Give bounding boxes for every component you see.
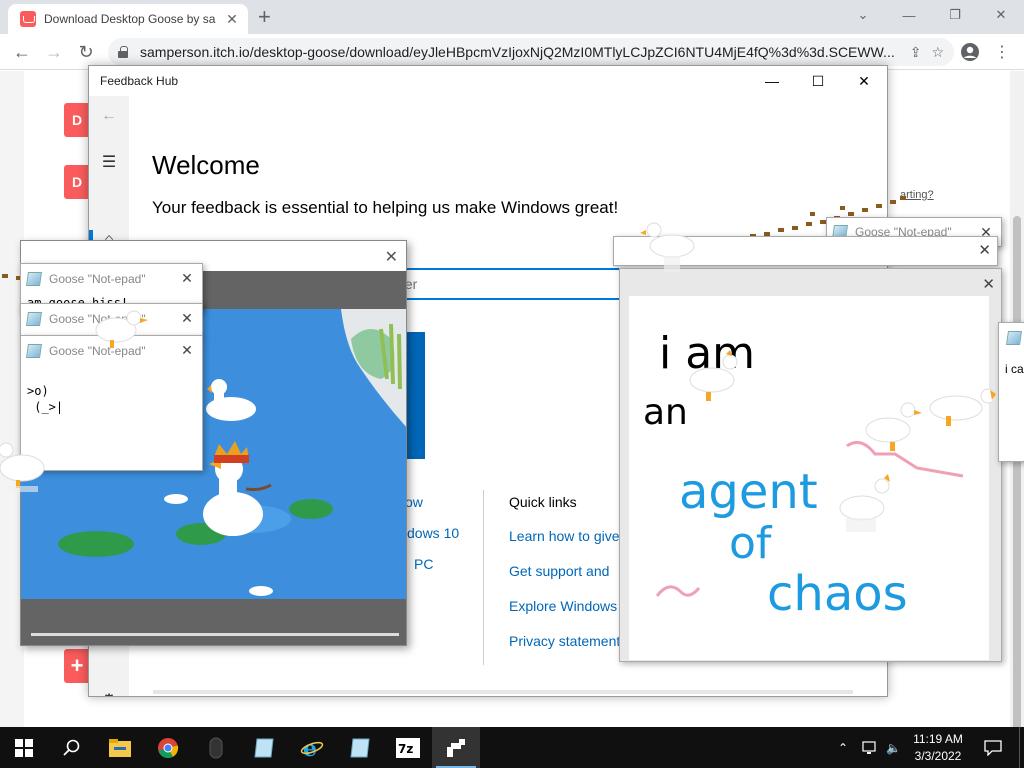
download-button[interactable]: D [64,103,90,137]
7zip-icon[interactable]: 7z [384,727,432,768]
window-title: Feedback Hub [100,74,179,88]
network-icon[interactable] [862,727,880,768]
maximize-button[interactable]: ☐ [795,66,841,96]
svg-text:e: e [303,737,317,759]
notepad-title: Goose "Not-epad" [49,271,146,286]
hamburger-menu-icon[interactable]: ☰ [89,142,129,182]
left-link-1[interactable]: ow [405,494,423,510]
minimize-button[interactable]: — [749,66,795,96]
mouse-app-icon[interactable] [192,727,240,768]
feedback-hub-titlebar: Feedback Hub — ☐ ✕ [89,66,887,96]
notepad-titlebar[interactable]: Goose "Not-epad" ✕ [21,264,202,293]
close-button[interactable]: ✕ [978,0,1024,30]
back-arrow-icon[interactable]: ← [10,40,34,64]
chrome-menu-icon[interactable]: ⋮ [990,40,1014,64]
itch-favicon-icon [20,11,36,27]
drawing-line-4: of [729,518,773,569]
tab-title: Download Desktop Goose by sa [44,12,216,26]
close-icon[interactable]: ✕ [978,241,991,259]
address-bar[interactable]: samperson.itch.io/desktop-goose/download… [108,38,954,66]
drawing-line-5: chaos [767,566,908,622]
notepad-icon [1006,331,1022,345]
quick-link-privacy[interactable]: Privacy statement [509,633,620,649]
drawing-line-2: an [643,392,688,433]
notepad-text[interactable]: i car [999,357,1024,381]
goose-sprite[interactable] [862,398,924,458]
close-icon[interactable]: ✕ [172,270,202,287]
close-icon[interactable]: ✕ [172,310,202,327]
notification-center-icon[interactable] [976,727,1010,768]
system-clock[interactable]: 11:19 AM 3/3/2022 [905,731,971,765]
minimize-button[interactable]: — [886,0,932,30]
goose-sprite[interactable] [836,474,898,534]
start-button[interactable] [0,727,48,768]
goose-app-icon[interactable] [432,727,480,768]
settings-gear-icon[interactable]: ⚙ [89,680,129,696]
video-controls-bar [21,599,406,645]
goose-sprite[interactable] [686,348,748,408]
left-link-2[interactable]: dows 10 [407,525,459,541]
notepad-icon [26,311,42,326]
welcome-heading: Welcome [152,150,260,180]
close-icon[interactable]: ✕ [982,275,995,293]
reload-icon[interactable]: ↻ [74,40,98,64]
browser-tab[interactable]: Download Desktop Goose by sa ✕ [8,4,248,34]
new-tab-button[interactable]: + [258,4,271,30]
search-icon[interactable] [48,727,96,768]
close-icon[interactable]: ✕ [172,342,202,359]
notepad-app-icon-2[interactable] [336,727,384,768]
horizontal-scrollbar[interactable] [153,690,853,694]
notepad-icon [26,271,42,286]
download-button-2[interactable]: D [64,165,90,199]
clock-time: 11:19 AM [913,732,963,746]
goose-sprite[interactable] [636,218,698,274]
left-link-3[interactable]: PC [414,556,433,572]
add-button[interactable]: + [64,649,90,683]
file-explorer-icon[interactable] [96,727,144,768]
show-desktop-button[interactable] [1019,727,1024,768]
volume-icon[interactable]: 🔈 [886,727,901,768]
welcome-subtitle: Your feedback is essential to helping us… [152,198,619,217]
close-icon[interactable]: ✕ [385,247,398,267]
chrome-icon[interactable] [144,727,192,768]
drawing-canvas[interactable]: i am an agent of chaos [629,296,989,660]
quick-link-explore[interactable]: Explore Windows [509,598,617,614]
close-button[interactable]: ✕ [841,66,887,96]
windows-taskbar: e 7z ⌃ 🔈 11:19 AM 3/3/2022 [0,727,1024,768]
scrollbar-thumb[interactable] [1013,216,1021,768]
goose-sprite[interactable] [90,302,150,350]
restore-button[interactable]: ❐ [932,0,978,30]
goose-notepad-far-right: i car [998,322,1024,462]
quick-link-support[interactable]: Get support and [509,563,609,579]
url-text[interactable]: samperson.itch.io/desktop-goose/download… [140,44,900,60]
forward-arrow-icon[interactable]: → [42,40,66,64]
lock-icon[interactable] [118,46,130,58]
internet-explorer-icon[interactable]: e [288,727,336,768]
tab-search-icon[interactable]: ⌄ [840,0,886,30]
video-seek-bar[interactable] [31,633,399,636]
back-arrow-icon[interactable]: ← [89,96,129,136]
browser-tabbar: Download Desktop Goose by sa ✕ + ⌄ — ❐ ✕ [0,0,1024,34]
divider [483,490,484,665]
quick-link-learn[interactable]: Learn how to give [509,528,620,544]
notepad-icon [26,343,42,358]
notepad-app-icon[interactable] [240,727,288,768]
clock-date: 3/3/2022 [914,749,962,763]
show-hidden-icons-icon[interactable]: ⌃ [838,727,848,768]
goose-sprite[interactable] [0,438,50,494]
bookmark-star-icon[interactable]: ☆ [931,44,944,61]
goose-sprite[interactable] [928,386,998,436]
profile-avatar-icon[interactable] [958,40,982,64]
drawing-line-3: agent [679,464,818,520]
svg-text:7z: 7z [398,742,413,756]
tab-close-icon[interactable]: ✕ [224,11,240,28]
notepad-text[interactable]: >o) (_>| [21,365,202,419]
quick-links-heading: Quick links [509,494,577,510]
share-icon[interactable]: ⇪ [910,44,922,61]
